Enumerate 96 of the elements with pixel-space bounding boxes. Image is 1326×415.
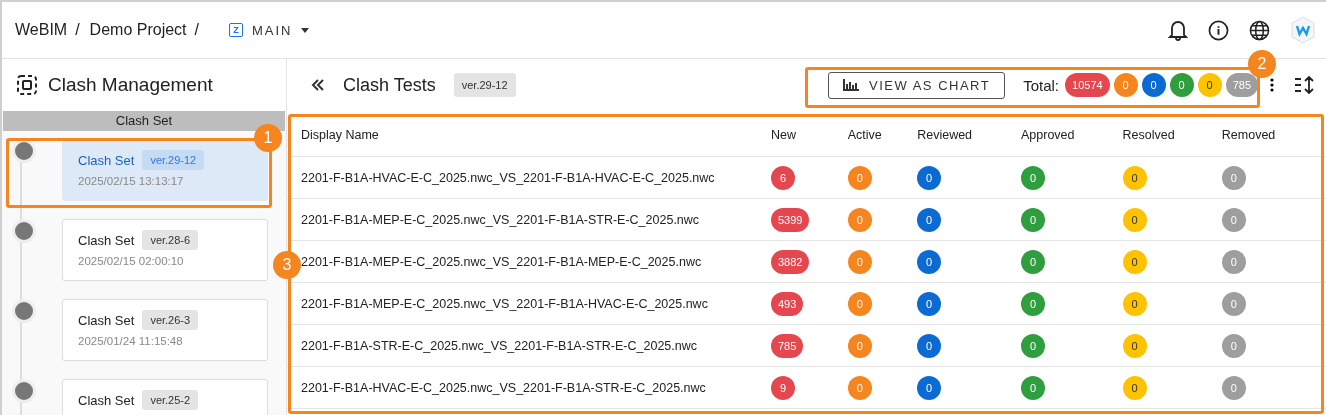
column-header: Active <box>843 114 914 157</box>
count-badge: 493 <box>771 291 804 316</box>
count-badge: 0 <box>847 375 872 400</box>
count-badge: 0 <box>1021 249 1045 274</box>
panel-title: Clash Management <box>48 74 213 96</box>
version-tag: ver.29-12 <box>142 150 205 170</box>
count-badge: 3882 <box>771 249 810 274</box>
count-badge: 0 <box>1122 207 1147 232</box>
count-badge: 9 <box>771 375 795 400</box>
clash-set-card[interactable]: Clash Set ver.25-2 <box>62 379 268 415</box>
bell-icon[interactable] <box>1168 19 1188 41</box>
table-cell: 2201-F-B1A-STR-E-C_2025.nwc_VS_2201-F-B1A-STR-E-C_2025.nwc <box>301 338 697 353</box>
selection-icon <box>16 74 38 96</box>
card-date: 2025/02/15 02:00:10 <box>78 255 185 267</box>
column-header: Reviewed <box>913 114 1017 157</box>
count-badge: 0 <box>1221 207 1246 232</box>
count-badge: 0 <box>917 291 942 316</box>
count-badge: 0 <box>1021 333 1045 358</box>
bar-chart-icon <box>843 79 860 91</box>
breadcrumb-separator: / <box>75 21 80 39</box>
count-badge: 0 <box>847 333 872 358</box>
count-badge: 6 <box>771 165 795 190</box>
version-tag: ver.29-12 <box>453 73 516 97</box>
count-badge: 0 <box>1122 291 1147 316</box>
count-badge: 0 <box>1221 165 1246 190</box>
count-badge: 785 <box>1225 73 1258 97</box>
breadcrumb-link[interactable]: Demo Project <box>89 21 187 39</box>
count-badge: 0 <box>1221 249 1246 274</box>
card-date: 2025/01/24 11:15:48 <box>78 335 184 347</box>
column-header: Approved <box>1017 114 1119 157</box>
version-tag: ver.26-3 <box>142 310 199 330</box>
count-badge: 0 <box>1021 207 1045 232</box>
card-title: Clash Set <box>78 152 135 168</box>
sort-icon[interactable] <box>1294 76 1314 94</box>
count-badge: 0 <box>917 207 942 232</box>
count-badge: 0 <box>847 291 872 316</box>
info-icon[interactable] <box>1208 19 1229 41</box>
count-badge: 0 <box>1122 249 1147 274</box>
total-label: Total: <box>1023 76 1060 94</box>
card-title: Clash Set <box>78 392 135 408</box>
timeline-dot <box>12 139 36 163</box>
timeline-dot <box>12 379 36 403</box>
timeline-dot <box>12 219 36 243</box>
count-badge: 0 <box>1113 73 1138 97</box>
version-tag: ver.28-6 <box>142 230 199 250</box>
globe-icon[interactable] <box>1249 19 1270 41</box>
count-badge: 0 <box>1021 165 1045 190</box>
logo-icon[interactable] <box>1290 16 1316 44</box>
section-header: Clash Set <box>3 111 285 131</box>
column-header: Resolved <box>1118 114 1218 157</box>
count-badge: 0 <box>847 207 872 232</box>
column-header: Display Name <box>287 114 767 157</box>
count-badge: 0 <box>1221 375 1246 400</box>
count-badge: 0 <box>1021 375 1045 400</box>
page-title: Clash Tests <box>343 74 436 96</box>
collapse-icon[interactable] <box>311 79 325 91</box>
card-title: Clash Set <box>78 232 135 248</box>
version-tag: ver.25-2 <box>142 390 199 410</box>
timeline-dot <box>12 299 36 323</box>
table-cell: 2201-F-B1A-MEP-E-C_2025.nwc_VS_2201-F-B1A-HVAC-E-C_2025.nwc <box>301 296 708 311</box>
card-title: Clash Set <box>78 312 135 328</box>
table-cell: 2201-F-B1A-MEP-E-C_2025.nwc_VS_2201-F-B1A-MEP-E-C_2025.nwc <box>301 254 702 269</box>
count-badge: 0 <box>1221 333 1246 358</box>
count-badge: 0 <box>1141 73 1166 97</box>
count-badge: 0 <box>1122 375 1147 400</box>
clash-set-card[interactable]: Clash Set ver.28-6 2025/02/15 02:00:10 <box>62 219 268 281</box>
table-cell: 2201-F-B1A-HVAC-E-C_2025.nwc_VS_2201-F-B1A-HVAC-E-C_2025.nwc <box>301 170 715 185</box>
column-header: New <box>767 114 844 157</box>
branch-dropdown[interactable]: Z MAIN <box>225 18 314 42</box>
callout-number: 3 <box>273 251 301 279</box>
count-badge: 0 <box>1021 291 1045 316</box>
table-cell: 2201-F-B1A-MEP-E-C_2025.nwc_VS_2201-F-B1A-STR-E-C_2025.nwc <box>301 212 700 227</box>
clash-set-card[interactable]: Clash Set ver.26-3 2025/01/24 11:15:48 <box>62 299 268 361</box>
more-icon[interactable] <box>1270 78 1274 92</box>
count-badge: 0 <box>917 165 942 190</box>
column-header: Removed <box>1217 114 1326 157</box>
count-badge: 0 <box>1169 73 1194 97</box>
table-cell: 2201-F-B1A-HVAC-E-C_2025.nwc_VS_2201-F-B1A-STR-E-C_2025.nwc <box>301 380 706 395</box>
count-badge: 0 <box>917 333 942 358</box>
callout-number: 2 <box>1248 50 1276 78</box>
count-badge: 0 <box>1122 165 1147 190</box>
count-badge: 0 <box>847 249 872 274</box>
caret-icon <box>301 27 310 33</box>
count-badge: 0 <box>1221 291 1246 316</box>
view-as-chart-button[interactable]: VIEW AS CHART <box>828 71 1006 99</box>
breadcrumb-link[interactable]: WeBIM <box>15 21 68 39</box>
count-badge: 0 <box>847 165 872 190</box>
count-badge: 5399 <box>771 207 810 232</box>
card-date: 2025/02/15 13:13:17 <box>78 175 185 187</box>
count-badge: 0 <box>1197 73 1222 97</box>
count-badge: 785 <box>771 333 804 358</box>
count-badge: 0 <box>917 249 942 274</box>
count-badge: 0 <box>917 375 942 400</box>
breadcrumb-separator: / <box>194 21 199 39</box>
count-badge: 0 <box>1122 333 1147 358</box>
count-badge: 10574 <box>1065 73 1110 97</box>
